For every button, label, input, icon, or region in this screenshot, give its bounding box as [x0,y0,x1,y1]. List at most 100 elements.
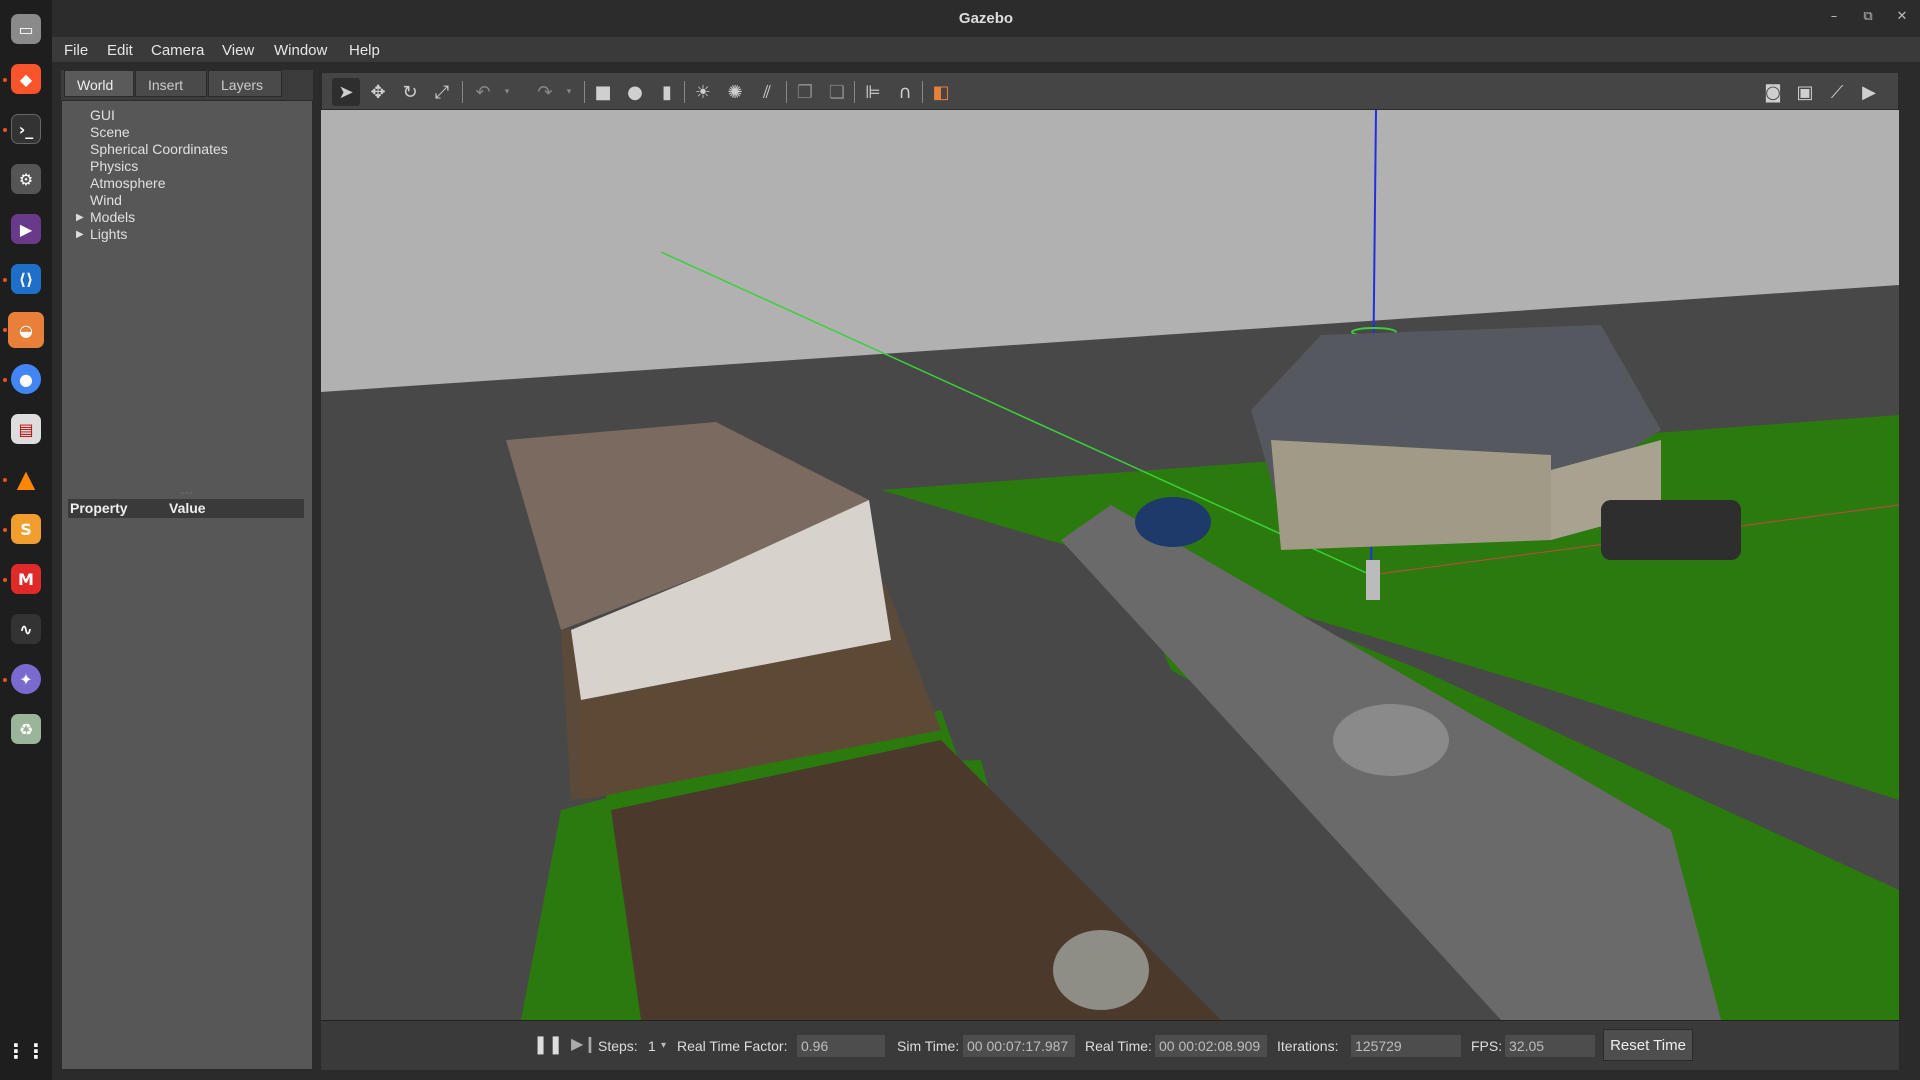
point-light-icon[interactable]: ☀ [692,81,714,103]
menu-edit[interactable]: Edit [107,42,133,59]
toolbar-separator [684,81,685,103]
menu-help[interactable]: Help [349,42,380,59]
document-viewer-icon[interactable]: ▤ [11,414,41,444]
menu-camera[interactable]: Camera [151,42,204,59]
menu-bar: File Edit Camera View Window Help [52,37,1920,62]
steps-value[interactable]: 1 [648,1038,656,1054]
tree-item-atmosphere[interactable]: Atmosphere [90,175,165,191]
world-panel: GUI Scene Spherical Coordinates Physics … [61,100,313,1070]
vscode-icon[interactable]: ⟨⟩ [11,264,41,294]
cylinder-icon[interactable]: ▮ [656,81,678,103]
iterations-value: 125729 [1351,1035,1461,1057]
status-bar: ❚❚ ▶❙ Steps: 1 ▾ Real Time Factor: 0.96 … [321,1020,1899,1070]
terminal-icon[interactable]: ›_ [11,114,41,144]
translate-icon[interactable]: ✥ [367,81,389,103]
expand-arrow-icon[interactable]: ▶ [76,212,84,223]
step-icon[interactable]: ▶❙ [571,1034,597,1053]
screenshot-icon[interactable]: ◙ [1762,81,1784,103]
files-icon[interactable]: ▭ [11,14,41,44]
iterations-label: Iterations: [1277,1038,1339,1054]
toolbar-separator [584,81,585,103]
redo-dropdown-icon[interactable]: ▾ [558,81,580,103]
app-dock: ▭ ◆ ›_ ⚙ ▶ ⟨⟩ ◒ ● ▤ ▲ S M ∿ ✦ ♻ ⋮⋮ [0,0,52,1080]
rtf-value: 0.96 [797,1035,885,1057]
pause-icon[interactable]: ❚❚ [533,1034,563,1055]
tab-insert[interactable]: Insert [135,70,207,97]
tab-world[interactable]: World [64,70,134,97]
close-icon[interactable]: ✕ [1892,9,1912,24]
box-icon[interactable]: ■ [592,81,614,103]
running-indicator [3,528,7,532]
scene-render [321,110,1899,1020]
scale-icon[interactable]: ⤢ [431,81,453,103]
trash-icon[interactable]: ♻ [11,714,41,744]
running-indicator [3,128,7,132]
spot-light-icon[interactable]: ✺ [724,81,746,103]
value-column-header: Value [169,500,206,516]
fps-value: 32.05 [1505,1035,1595,1057]
directional-light-icon[interactable]: ⫽ [756,81,778,103]
video-record-icon[interactable]: ▶ [1858,81,1880,103]
gazebo-icon[interactable]: ◒ [8,312,44,348]
real-time-label: Real Time: [1085,1038,1152,1054]
tree-item-physics[interactable]: Physics [90,158,138,174]
matlab-icon[interactable]: M [11,564,41,594]
align-icon[interactable]: ⊫ [862,81,884,103]
3d-viewport[interactable] [321,110,1899,1020]
plot-icon[interactable]: ⟋ [1826,81,1848,103]
chrome-icon[interactable]: ● [11,364,41,394]
running-indicator [3,678,7,682]
splitter-handle[interactable]: ····· [180,489,193,498]
view-angle-icon[interactable]: ◧ [930,81,952,103]
restore-icon[interactable]: ⧉ [1858,9,1878,24]
running-indicator [3,328,7,332]
rotate-icon[interactable]: ↻ [399,81,421,103]
settings-icon[interactable]: ⚙ [11,164,41,194]
left-panel: World Insert Layers GUI Scene Spherical … [61,70,313,1070]
tree-item-lights[interactable]: Lights [90,226,127,242]
paste-icon[interactable]: ❏ [826,81,848,103]
reset-time-button[interactable]: Reset Time [1603,1029,1693,1061]
redo-icon[interactable]: ↷ [534,81,556,103]
sublime-text-icon[interactable]: S [11,514,41,544]
rtf-label: Real Time Factor: [677,1038,788,1054]
steps-dropdown-icon[interactable]: ▾ [661,1040,666,1051]
tab-layers[interactable]: Layers [208,70,282,97]
tree-item-spherical-coordinates[interactable]: Spherical Coordinates [90,141,228,157]
sim-time-value: 00 00:07:17.987 [963,1035,1075,1057]
tree-item-scene[interactable]: Scene [90,124,130,140]
tree-item-gui[interactable]: GUI [90,107,115,123]
tree-item-wind[interactable]: Wind [90,192,122,208]
log-icon[interactable]: ▣ [1794,81,1816,103]
menu-view[interactable]: View [222,42,254,59]
menu-window[interactable]: Window [274,42,327,59]
title-bar: Gazebo – ⧉ ✕ [52,0,1920,37]
steps-label: Steps: [598,1038,638,1054]
undo-icon[interactable]: ↶ [472,81,494,103]
system-monitor-icon[interactable]: ∿ [11,614,41,644]
running-indicator [3,478,7,482]
brave-browser-icon[interactable]: ◆ [11,64,41,94]
expand-arrow-icon[interactable]: ▶ [76,229,84,240]
sim-time-label: Sim Time: [897,1038,960,1054]
real-time-value: 00 00:02:08.909 [1155,1035,1267,1057]
snap-icon[interactable]: ∩ [894,81,916,103]
vlc-icon[interactable]: ▲ [11,464,41,494]
running-indicator [3,378,7,382]
toolbar-separator [462,81,463,103]
running-indicator [3,78,7,82]
select-arrow-icon[interactable]: ➤ [332,78,360,106]
running-indicator [3,278,7,282]
undo-dropdown-icon[interactable]: ▾ [496,81,518,103]
video-player-icon[interactable]: ▶ [11,214,41,244]
property-table-header: Property Value [68,499,304,518]
minimize-icon[interactable]: – [1824,9,1844,24]
copy-icon[interactable]: ❐ [794,81,816,103]
sphere-icon[interactable]: ● [624,81,646,103]
show-apps-icon[interactable]: ⋮⋮ [6,1036,46,1066]
menu-file[interactable]: File [64,42,88,59]
network-app-icon[interactable]: ✦ [11,664,41,694]
window-title: Gazebo [958,10,1014,27]
toolbar: ➤ ✥ ↻ ⤢ ↶ ▾ ↷ ▾ ■ ● ▮ ☀ ✺ ⫽ ❐ ❏ ⊫ ∩ ◧ ◙ … [321,72,1899,110]
tree-item-models[interactable]: Models [90,209,135,225]
